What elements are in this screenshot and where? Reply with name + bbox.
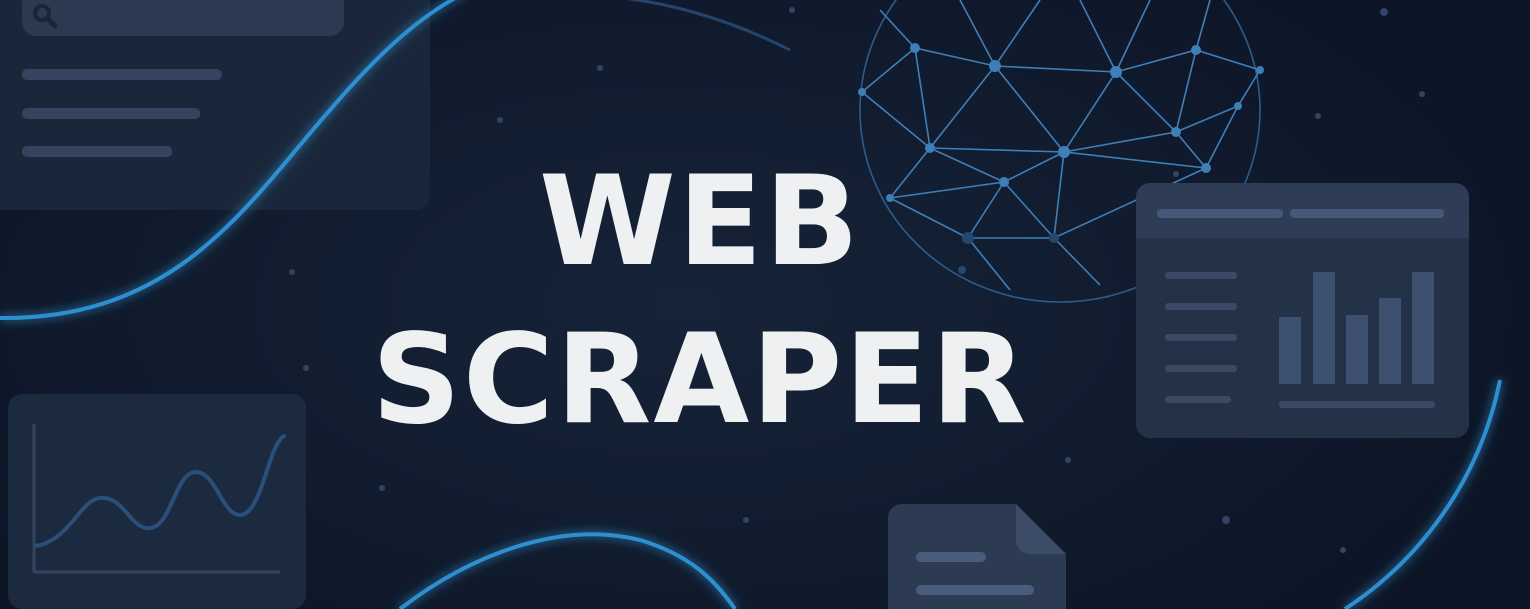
headline-line-1: WEB bbox=[539, 150, 861, 294]
document-icon bbox=[888, 504, 1066, 609]
headline-line-2: SCRAPER bbox=[371, 308, 1029, 452]
faint-curve bbox=[627, 0, 791, 52]
background-illustration bbox=[0, 0, 1502, 609]
banner: WEB SCRAPER bbox=[0, 0, 1530, 609]
